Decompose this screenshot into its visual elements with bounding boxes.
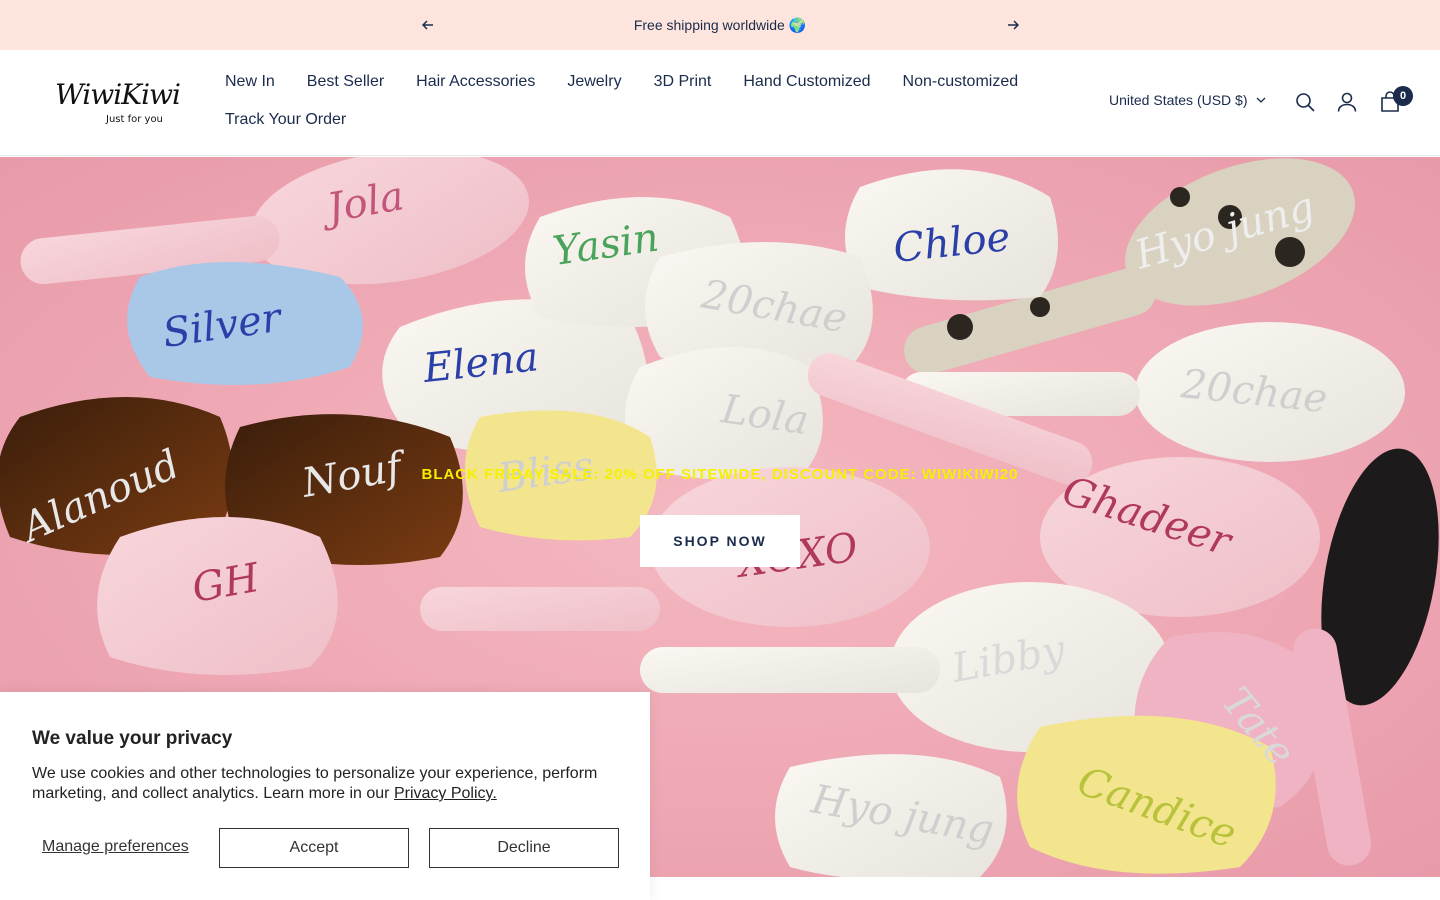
decline-button[interactable]: Decline bbox=[429, 828, 619, 868]
cart-count-badge: 0 bbox=[1393, 86, 1413, 106]
previous-arrow-icon[interactable] bbox=[420, 17, 436, 33]
logo[interactable]: WiwiKiwi Just for you bbox=[55, 78, 181, 128]
main-nav: New In Best Seller Hair Accessories Jewe… bbox=[225, 63, 1045, 139]
announcement-text: Free shipping worldwide 🌍 bbox=[633, 16, 807, 33]
nav-item-3d-print[interactable]: 3D Print bbox=[654, 63, 712, 101]
logo-tagline: Just for you bbox=[106, 114, 163, 125]
cookie-body: We use cookies and other technologies to… bbox=[32, 764, 622, 804]
cookie-body-text: We use cookies and other technologies to… bbox=[32, 765, 598, 802]
nav-item-track-order[interactable]: Track Your Order bbox=[225, 101, 346, 139]
chevron-down-icon bbox=[1256, 97, 1265, 103]
nav-item-new-in[interactable]: New In bbox=[225, 63, 275, 101]
accept-button[interactable]: Accept bbox=[219, 828, 409, 868]
announcement-bar: Free shipping worldwide 🌍 bbox=[0, 0, 1440, 50]
cookie-title: We value your privacy bbox=[32, 728, 233, 749]
logo-brand: WiwiKiwi bbox=[55, 78, 181, 111]
nav-item-best-seller[interactable]: Best Seller bbox=[307, 63, 384, 101]
cookie-banner: We value your privacy We use cookies and… bbox=[0, 692, 650, 900]
nav-item-hair-accessories[interactable]: Hair Accessories bbox=[416, 63, 535, 101]
account-icon[interactable] bbox=[1336, 91, 1358, 113]
promo-text: BLACK FRIDAY SALE: 20% OFF SITEWIDE, DIS… bbox=[421, 466, 1019, 483]
site-header: WiwiKiwi Just for you New In Best Seller… bbox=[0, 50, 1440, 156]
manage-preferences-link[interactable]: Manage preferences bbox=[42, 838, 189, 856]
nav-item-hand-customized[interactable]: Hand Customized bbox=[743, 63, 870, 101]
country-selector[interactable]: United States (USD $) bbox=[1109, 92, 1266, 108]
nav-item-non-customized[interactable]: Non-customized bbox=[903, 63, 1019, 101]
privacy-policy-link[interactable]: Privacy Policy. bbox=[394, 785, 497, 802]
shop-now-button[interactable]: SHOP NOW bbox=[640, 515, 800, 567]
country-label: United States (USD $) bbox=[1109, 92, 1248, 108]
next-arrow-icon[interactable] bbox=[1005, 17, 1021, 33]
search-icon[interactable] bbox=[1294, 91, 1316, 113]
nav-item-jewelry[interactable]: Jewelry bbox=[567, 63, 621, 101]
